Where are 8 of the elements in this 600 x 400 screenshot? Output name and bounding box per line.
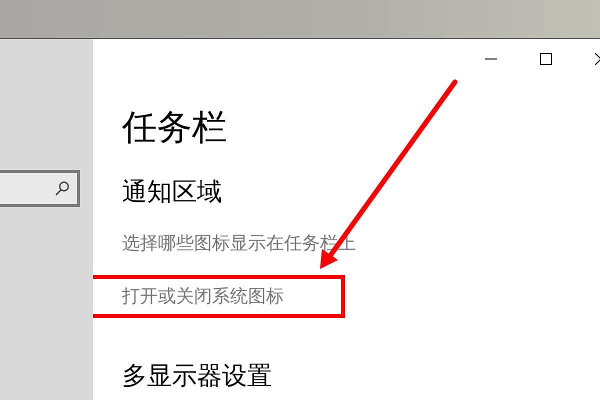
maximize-icon xyxy=(540,53,552,65)
search-icon xyxy=(55,181,69,196)
page-title: 任务栏 xyxy=(122,107,227,149)
settings-link[interactable]: 打开或关闭系统图标 xyxy=(122,286,284,308)
section-heading: 通知区域 xyxy=(122,177,222,207)
section-heading: 多显示器设置 xyxy=(122,361,272,391)
search-field[interactable] xyxy=(0,170,80,207)
minimize-icon xyxy=(484,58,496,60)
